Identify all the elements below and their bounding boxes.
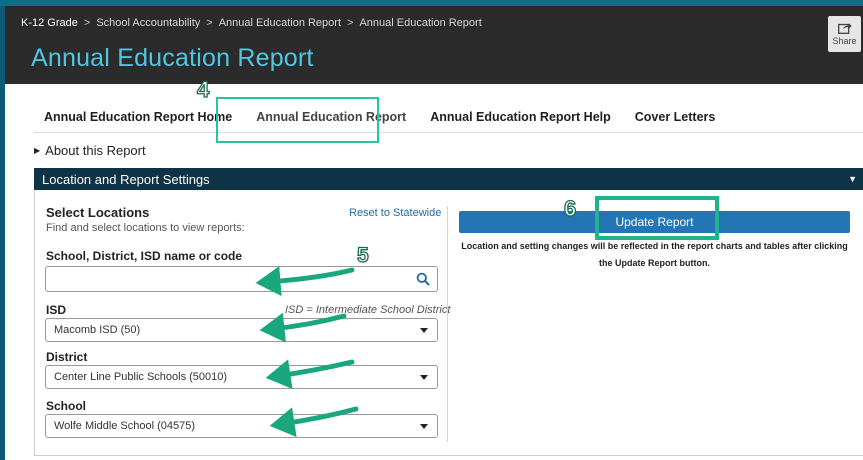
share-button[interactable]: Share: [828, 16, 861, 52]
chevron-down-icon: [420, 424, 428, 429]
breadcrumb-separator: >: [83, 17, 91, 29]
district-field-label: District: [46, 350, 88, 364]
district-select[interactable]: Center Line Public Schools (50010): [45, 365, 438, 389]
tab-aer-home[interactable]: Annual Education Report Home: [34, 101, 244, 133]
share-icon: [837, 23, 852, 34]
search-field-label: School, District, ISD name or code: [46, 249, 243, 263]
chevron-down-icon: [420, 375, 428, 380]
chevron-down-icon: ▼: [848, 174, 857, 184]
about-report-label: About this Report: [45, 143, 146, 158]
location-search-input[interactable]: [45, 266, 438, 292]
settings-section-title: Location and Report Settings: [42, 171, 210, 187]
isd-select[interactable]: Macomb ISD (50): [45, 318, 438, 342]
about-report-toggle[interactable]: ▶ About this Report: [34, 143, 146, 158]
report-tabs: Annual Education Report Home Annual Educ…: [34, 101, 863, 133]
update-report-note: Location and setting changes will be ref…: [461, 241, 848, 268]
select-locations-subtitle: Find and select locations to view report…: [46, 222, 245, 234]
annotation-update-highlight: [595, 196, 719, 240]
school-select[interactable]: Wolfe Middle School (04575): [45, 414, 438, 438]
annotation-tab-highlight: [216, 97, 379, 143]
breadcrumb: K-12 Grade > School Accountability > Ann…: [21, 17, 482, 29]
chevron-down-icon: [420, 328, 428, 333]
school-select-value: Wolfe Middle School (04575): [54, 420, 196, 432]
district-select-value: Center Line Public Schools (50010): [54, 371, 228, 383]
isd-definition-note: ISD = Intermediate School District: [285, 304, 451, 316]
school-field-label: School: [46, 399, 87, 413]
breadcrumb-separator: >: [347, 17, 354, 29]
tab-aer-help[interactable]: Annual Education Report Help: [418, 101, 623, 133]
caret-right-icon: ▶: [34, 146, 41, 155]
page-header: K-12 Grade > School Accountability > Ann…: [5, 6, 863, 84]
share-label: Share: [832, 36, 857, 46]
tab-cover-letters[interactable]: Cover Letters: [623, 101, 728, 133]
reset-to-statewide-link[interactable]: Reset to Statewide: [349, 207, 441, 219]
page-title: Annual Education Report: [31, 44, 314, 72]
search-icon[interactable]: [416, 272, 430, 286]
isd-field-label: ISD: [46, 303, 67, 317]
annotation-step-6: 6: [563, 195, 577, 221]
breadcrumb-item-accountability[interactable]: School Accountability: [96, 17, 200, 29]
breadcrumb-item-current: Annual Education Report: [359, 17, 482, 29]
breadcrumb-separator: >: [206, 17, 213, 29]
breadcrumb-item-aer[interactable]: Annual Education Report: [219, 17, 341, 29]
isd-select-value: Macomb ISD (50): [54, 324, 141, 336]
select-locations-title: Select Locations: [46, 205, 150, 220]
annotation-step-4: 4: [196, 76, 210, 102]
column-divider: [447, 206, 448, 442]
annotation-step-5: 5: [356, 243, 369, 267]
settings-section-header[interactable]: Location and Report Settings ▼: [34, 168, 863, 190]
breadcrumb-item-k12[interactable]: K-12 Grade: [21, 17, 78, 29]
